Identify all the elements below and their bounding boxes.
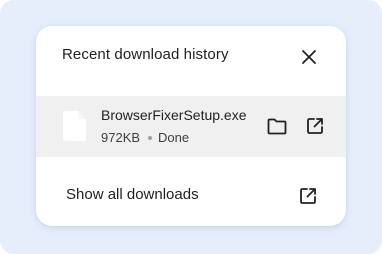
file-name[interactable]: BrowserFixerSetup.exe xyxy=(101,107,247,123)
open-external-icon xyxy=(307,118,323,134)
open-file-button[interactable] xyxy=(304,115,326,137)
close-button[interactable] xyxy=(298,46,320,68)
file-size: 972KB xyxy=(101,130,141,145)
open-external-icon xyxy=(300,188,316,204)
file-icon xyxy=(63,111,86,141)
file-meta: 972KB Done xyxy=(101,130,189,145)
separator-dot xyxy=(148,135,153,140)
show-in-folder-button[interactable] xyxy=(266,115,288,137)
panel-title: Recent download history xyxy=(62,46,229,63)
folder-icon xyxy=(267,118,287,134)
download-history-panel: Recent download history BrowserFixerSetu… xyxy=(36,26,346,226)
show-all-downloads-link[interactable]: Show all downloads xyxy=(66,186,199,203)
show-all-downloads-button[interactable] xyxy=(297,185,319,207)
close-icon xyxy=(302,50,316,64)
download-status: Done xyxy=(158,130,190,145)
download-item[interactable]: BrowserFixerSetup.exe 972KB Done xyxy=(36,96,346,157)
